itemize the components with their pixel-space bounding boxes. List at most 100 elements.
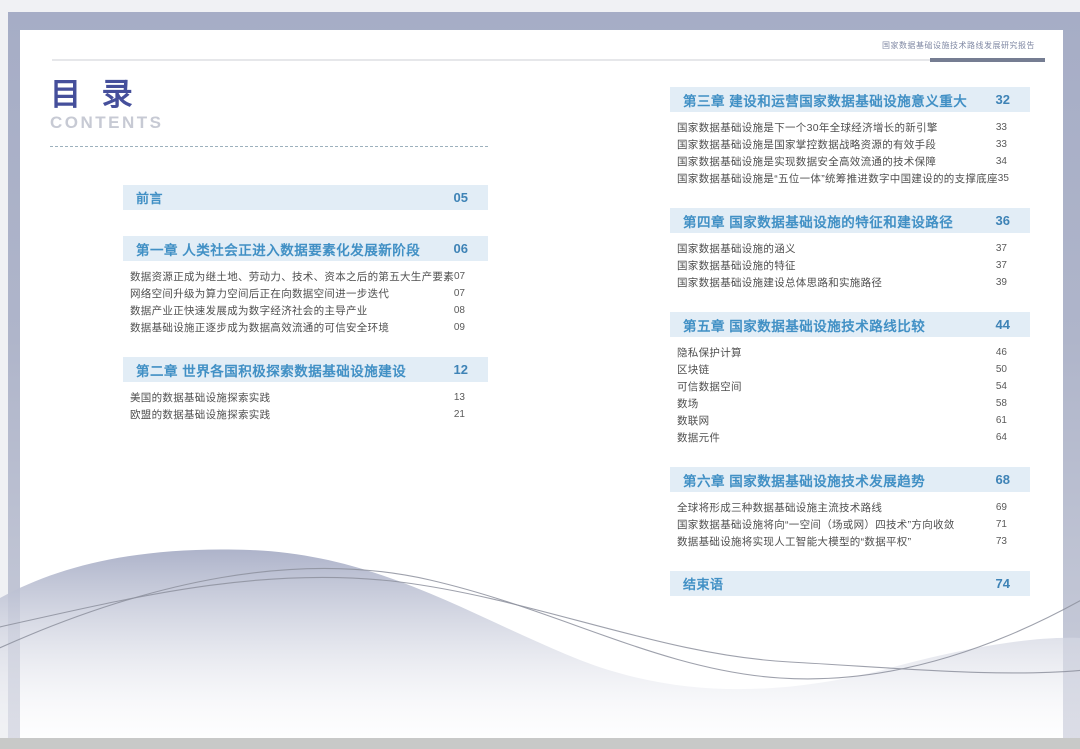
toc-item[interactable]: 数据资源正成为继土地、劳动力、技术、资本之后的第五大生产要素07: [123, 268, 488, 285]
toc-item-label: 可信数据空间: [677, 379, 742, 394]
document-page: 国家数据基础设施技术路线发展研究报告 目 录 CONTENTS 前言 05 第一章 …: [20, 30, 1063, 738]
toc-bar[interactable]: 第五章 国家数据基础设施技术路线比较 44: [670, 312, 1030, 337]
toc-item-label: 数据元件: [677, 430, 720, 445]
toc-item[interactable]: 国家数据基础设施将向“一空间（场或网）四技术”方向收敛 71: [670, 516, 1030, 533]
toc-bar-page-number: 06: [454, 241, 468, 256]
toc-bar-label: 第四章 国家数据基础设施的特征和建设路径: [683, 211, 953, 231]
toc-bar[interactable]: 第六章 国家数据基础设施技术发展趋势68: [670, 467, 1030, 492]
toc-item-page-number: 71: [996, 519, 1007, 530]
toc-item[interactable]: 美国的数据基础设施探索实践 13: [123, 389, 488, 406]
toc-item-list: 国家数据基础设施是下一个30年全球经济增长的新引擎33国家数据基础设施是国家掌控…: [670, 119, 1030, 187]
toc-bar-label: 前言: [136, 188, 163, 207]
toc-item-label: 国家数据基础设施的涵义: [677, 241, 796, 256]
toc-item-page-number: 13: [454, 392, 465, 403]
toc-item-label: 数据基础设施正逐步成为数据高效流通的可信安全环境: [130, 320, 389, 335]
toc-item[interactable]: 欧盟的数据基础设施探索实践 21: [123, 406, 488, 423]
toc-item-page-number: 39: [996, 277, 1007, 288]
toc-chapter-section: 第三章 建设和运营国家数据基础设施意义重大32 国家数据基础设施是下一个30年全球…: [670, 87, 1030, 187]
toc-item-page-number: 07: [454, 288, 465, 299]
running-header-title: 国家数据基础设施技术路线发展研究报告: [882, 40, 1035, 51]
toc-column-left: 前言05第一章 人类社会正进入数据要素化发展新阶段06数据资源正成为继土地、劳动…: [123, 185, 488, 444]
toc-bar[interactable]: 第三章 建设和运营国家数据基础设施意义重大32: [670, 87, 1030, 112]
toc-item-page-number: 34: [996, 156, 1007, 167]
toc-item-label: 欧盟的数据基础设施探索实践: [130, 407, 270, 422]
toc-item-list: 数据资源正成为继土地、劳动力、技术、资本之后的第五大生产要素07网络空间升级为算…: [123, 268, 488, 336]
toc-chapter-section: 第五章 国家数据基础设施技术路线比较 44 隐私保护计算46区块链50可信数据空间 5…: [670, 312, 1030, 446]
toc-bar-page-number: 05: [454, 190, 468, 205]
toc-bar-page-number: 32: [996, 92, 1010, 107]
toc-item[interactable]: 数据产业正快速发展成为数字经济社会的主导产业 08: [123, 302, 488, 319]
toc-item[interactable]: 网络空间升级为算力空间后正在向数据空间进一步迭代 07: [123, 285, 488, 302]
toc-bar-page-number: 36: [996, 213, 1010, 228]
toc-item-label: 国家数据基础设施是国家掌控数据战略资源的有效手段: [677, 137, 936, 152]
toc-item-label: 网络空间升级为算力空间后正在向数据空间进一步迭代: [130, 286, 389, 301]
toc-item[interactable]: 国家数据基础设施的特征 37: [670, 257, 1030, 274]
toc-item-page-number: 35: [998, 173, 1009, 184]
toc-item[interactable]: 国家数据基础设施是实现数据安全高效流通的技术保障34: [670, 153, 1030, 170]
toc-column-right: 第三章 建设和运营国家数据基础设施意义重大32 国家数据基础设施是下一个30年全球…: [670, 87, 1030, 622]
toc-item-page-number: 33: [996, 122, 1007, 133]
toc-chapter-section: 第六章 国家数据基础设施技术发展趋势68 全球将形成三种数据基础设施主流技术路线 6…: [670, 467, 1030, 550]
toc-item-page-number: 69: [996, 502, 1007, 513]
toc-item-page-number: 73: [996, 536, 1007, 547]
toc-item-label: 数据资源正成为继土地、劳动力、技术、资本之后的第五大生产要素: [130, 269, 454, 284]
toc-item[interactable]: 国家数据基础设施建设总体思路和实施路径39: [670, 274, 1030, 291]
header-rule-accent: [930, 58, 1045, 62]
toc-chapter-section: 第四章 国家数据基础设施的特征和建设路径36国家数据基础设施的涵义37国家数据基…: [670, 208, 1030, 291]
toc-item-label: 数联网: [677, 413, 709, 428]
desktop-background: 国家数据基础设施技术路线发展研究报告 目 录 CONTENTS 前言 05 第一章 …: [0, 0, 1080, 749]
toc-item-label: 国家数据基础设施是“五位一体”统筹推进数字中国建设的的支撑底座: [677, 171, 998, 186]
toc-title-cn: 目 录: [50, 78, 164, 112]
toc-item-label: 国家数据基础设施将向“一空间（场或网）四技术”方向收敛: [677, 517, 955, 532]
toc-item[interactable]: 数据基础设施将实现人工智能大模型的“数据平权” 73: [670, 533, 1030, 550]
toc-item[interactable]: 国家数据基础设施是“五位一体”统筹推进数字中国建设的的支撑底座35: [670, 170, 1030, 187]
toc-bar-label: 结束语: [683, 574, 724, 593]
toc-item-label: 数据基础设施将实现人工智能大模型的“数据平权”: [677, 534, 911, 549]
toc-item-page-number: 21: [454, 409, 465, 420]
toc-bar-label: 第二章 世界各国积极探索数据基础设施建设: [136, 360, 406, 380]
toc-item-page-number: 37: [996, 243, 1007, 254]
toc-item-page-number: 46: [996, 347, 1007, 358]
toc-heading: 目 录 CONTENTS: [50, 78, 164, 133]
toc-bar-label: 第一章 人类社会正进入数据要素化发展新阶段: [136, 239, 420, 259]
toc-item[interactable]: 可信数据空间 54: [670, 378, 1030, 395]
toc-item-page-number: 33: [996, 139, 1007, 150]
toc-bar[interactable]: 第二章 世界各国积极探索数据基础设施建设12: [123, 357, 488, 382]
toc-item[interactable]: 数联网 61: [670, 412, 1030, 429]
toc-item-page-number: 61: [996, 415, 1007, 426]
toc-item[interactable]: 隐私保护计算46: [670, 344, 1030, 361]
toc-item-list: 美国的数据基础设施探索实践 13 欧盟的数据基础设施探索实践 21: [123, 389, 488, 423]
toc-item-label: 数据产业正快速发展成为数字经济社会的主导产业: [130, 303, 368, 318]
toc-bar-page-number: 44: [996, 317, 1010, 332]
toc-item-list: 全球将形成三种数据基础设施主流技术路线 69 国家数据基础设施将向“一空间（场或网）…: [670, 499, 1030, 550]
toc-chapter-section: 第一章 人类社会正进入数据要素化发展新阶段06数据资源正成为继土地、劳动力、技术…: [123, 236, 488, 336]
desk-strip: [0, 738, 1080, 749]
toc-item[interactable]: 国家数据基础设施是国家掌控数据战略资源的有效手段 33: [670, 136, 1030, 153]
toc-item[interactable]: 数据元件 64: [670, 429, 1030, 446]
toc-item-list: 国家数据基础设施的涵义 37 国家数据基础设施的特征 37 国家数据基础设施建设总体思路…: [670, 240, 1030, 291]
toc-item-label: 全球将形成三种数据基础设施主流技术路线: [677, 500, 882, 515]
toc-item[interactable]: 国家数据基础设施是下一个30年全球经济增长的新引擎33: [670, 119, 1030, 136]
toc-item-page-number: 08: [454, 305, 465, 316]
toc-item[interactable]: 数场58: [670, 395, 1030, 412]
toc-item-page-number: 09: [454, 322, 465, 333]
toc-bar[interactable]: 第四章 国家数据基础设施的特征和建设路径 36: [670, 208, 1030, 233]
toc-item-page-number: 37: [996, 260, 1007, 271]
toc-item[interactable]: 区块链50: [670, 361, 1030, 378]
toc-item-page-number: 54: [996, 381, 1007, 392]
header-rule: [52, 59, 1045, 61]
toc-bar-label: 第六章 国家数据基础设施技术发展趋势: [683, 470, 925, 490]
toc-bar[interactable]: 前言 05: [123, 185, 488, 210]
toc-single-entry: 结束语74: [670, 571, 1030, 596]
toc-item-page-number: 07: [454, 271, 465, 282]
toc-item[interactable]: 全球将形成三种数据基础设施主流技术路线 69: [670, 499, 1030, 516]
toc-bar[interactable]: 第一章 人类社会正进入数据要素化发展新阶段 06: [123, 236, 488, 261]
toc-item[interactable]: 数据基础设施正逐步成为数据高效流通的可信安全环境 09: [123, 319, 488, 336]
toc-item[interactable]: 国家数据基础设施的涵义 37: [670, 240, 1030, 257]
toc-item-label: 国家数据基础设施的特征: [677, 258, 796, 273]
toc-item-label: 区块链: [677, 362, 709, 377]
toc-item-page-number: 64: [996, 432, 1007, 443]
toc-bar-label: 第五章 国家数据基础设施技术路线比较: [683, 315, 925, 335]
toc-item-label: 美国的数据基础设施探索实践: [130, 390, 270, 405]
toc-bar[interactable]: 结束语74: [670, 571, 1030, 596]
